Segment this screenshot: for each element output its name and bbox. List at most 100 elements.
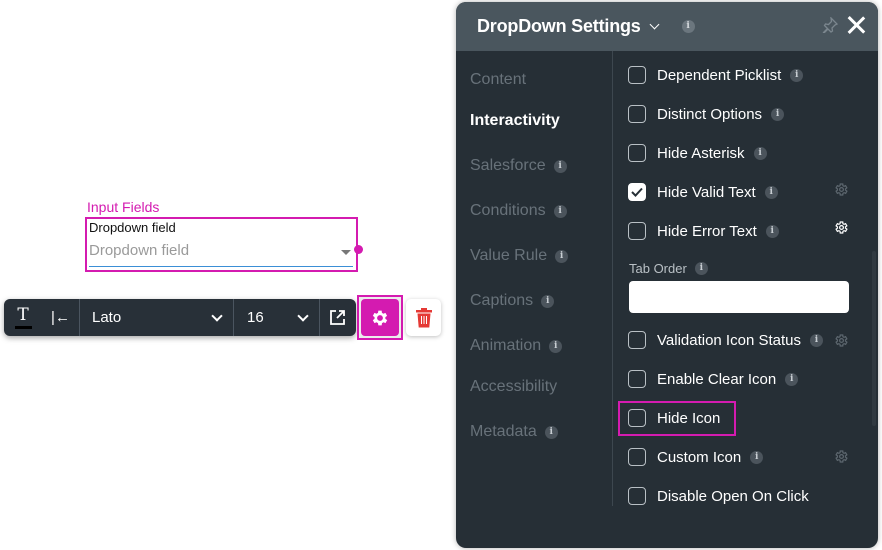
nav-item-label: Accessibility [470,378,558,395]
tab-order-label-text: Tab Order [629,261,687,276]
option-label: Hide Icon [657,409,721,427]
option-dependent-picklist[interactable]: Dependent Picklist i [628,65,804,85]
info-icon[interactable]: i [553,159,567,173]
scrollbar[interactable] [872,251,876,426]
nav-item-salesforce[interactable]: Salesforce i [470,157,567,175]
info-icon[interactable]: i [785,372,799,386]
text-color-indicator [14,325,32,329]
checkbox[interactable] [628,409,646,427]
font-size-select[interactable]: 16 [234,299,320,336]
checkbox[interactable] [628,370,646,388]
gear-icon[interactable] [834,220,849,235]
tab-order-input[interactable] [629,281,849,313]
font-size-value: 16 [247,309,264,326]
option-hide-valid-text[interactable]: Hide Valid Text i [628,182,778,202]
option-validation-icon-status[interactable]: Validation Icon Status i [628,330,823,350]
align-left-icon: |← [51,309,70,326]
option-label: Dependent Picklist [657,66,782,84]
option-hide-icon[interactable]: Hide Icon [628,408,720,428]
info-icon[interactable]: i [750,450,764,464]
nav-item-label: Salesforce [470,157,546,174]
nav-item-value-rule[interactable]: Value Rule i [470,247,569,265]
nav-item-interactivity[interactable]: Interactivity [470,112,560,130]
checkbox[interactable] [628,66,646,84]
text-underline-icon: T [17,304,29,325]
chevron-down-icon [297,309,309,322]
option-enable-clear-icon[interactable]: Enable Clear Icon i [628,369,799,389]
nav-item-content[interactable]: Content [470,71,526,89]
widget-toolbar: T |← Lato 16 [4,299,356,336]
nav-item-label: Value Rule [470,247,548,264]
align-button[interactable]: |← [42,299,80,336]
panel-title[interactable]: DropDown Settings [477,16,641,37]
nav-item-label: Content [470,71,527,88]
chevron-down-icon [211,309,223,322]
font-family-select[interactable]: Lato [80,299,234,336]
info-icon[interactable]: i [790,68,804,82]
open-link-button[interactable] [320,299,354,336]
option-hide-error-text[interactable]: Hide Error Text i [628,221,779,241]
option-disable-open-on-click[interactable]: Disable Open On Click [628,486,809,506]
option-label: Hide Asterisk [657,144,745,162]
dropdown-field-select[interactable]: Dropdown field [89,239,353,267]
info-icon[interactable]: i [809,333,823,347]
info-icon[interactable]: i [765,224,779,238]
info-icon[interactable]: i [555,249,569,263]
chevron-down-icon[interactable] [649,19,660,29]
nav-item-animation[interactable]: Animation i [470,337,563,355]
info-icon[interactable]: i [694,262,708,275]
delete-button[interactable] [406,299,441,336]
checkbox[interactable] [628,105,646,123]
checkbox[interactable] [628,144,646,162]
pin-icon[interactable] [822,17,838,33]
option-label: Hide Error Text [657,222,757,240]
checkmark-icon [631,187,643,197]
settings-button[interactable] [361,299,399,336]
nav-item-conditions[interactable]: Conditions i [470,202,567,220]
dropdown-widget[interactable]: Dropdown field Dropdown field [85,217,363,272]
info-icon[interactable]: i [764,185,778,199]
nav-item-label: Captions [470,292,534,309]
nav-item-label: Metadata [470,423,537,440]
gear-icon[interactable] [834,182,849,197]
info-icon[interactable]: i [541,294,555,308]
option-label: Custom Icon [657,448,742,466]
checkbox[interactable] [628,487,646,505]
option-label: Distinct Options [657,105,763,123]
info-icon[interactable]: i [753,146,767,160]
info-icon[interactable]: i [544,425,558,439]
checkbox[interactable] [628,448,646,466]
option-hide-asterisk[interactable]: Hide Asterisk i [628,143,767,163]
info-icon[interactable]: i [553,204,567,218]
nav-item-captions[interactable]: Captions i [470,292,555,310]
checkbox[interactable] [628,331,646,349]
gear-icon [372,310,388,325]
widget-title: Input Fields [87,199,160,215]
dropdown-settings-panel: DropDown Settings i Content Interactivit… [456,2,878,548]
option-label: Hide Valid Text [657,183,756,201]
settings-button-highlight [357,295,403,340]
external-link-icon [329,310,345,325]
option-distinct-options[interactable]: Distinct Options i [628,104,785,124]
gear-icon[interactable] [834,449,849,464]
checkbox-checked[interactable] [628,183,646,201]
tab-order-label: Tab Order i [629,261,708,276]
info-icon[interactable]: i [771,107,785,121]
checkbox[interactable] [628,222,646,240]
text-style-button[interactable]: T [4,299,42,336]
nav-item-metadata[interactable]: Metadata i [470,423,558,441]
info-icon[interactable]: i [549,339,563,353]
nav-item-label: Interactivity [470,112,560,129]
nav-item-accessibility[interactable]: Accessibility [470,378,557,396]
option-label: Disable Open On Click [657,487,809,505]
option-label: Enable Clear Icon [657,370,777,388]
settings-nav: Content Interactivity Salesforce i Condi… [456,51,613,548]
info-icon[interactable]: i [681,20,695,33]
resize-handle[interactable] [354,245,363,254]
dropdown-placeholder: Dropdown field [89,242,190,259]
nav-item-label: Animation [470,337,542,354]
close-icon[interactable] [846,15,866,35]
interactivity-settings: Dependent Picklist i Distinct Options i … [614,51,878,548]
gear-icon[interactable] [834,333,849,348]
option-custom-icon[interactable]: Custom Icon i [628,447,764,467]
